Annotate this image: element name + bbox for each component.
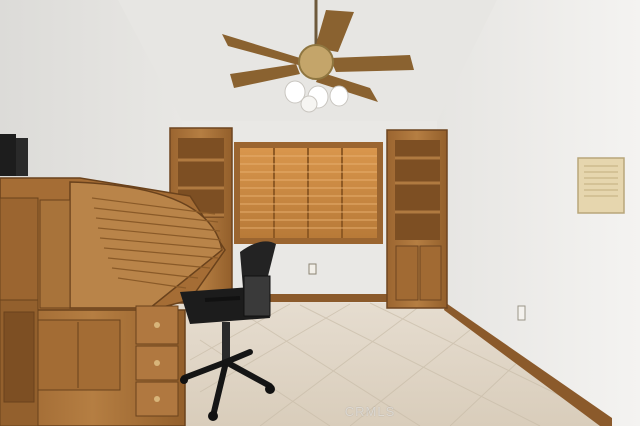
wall-outlet (517, 305, 526, 321)
shuttered-window (234, 142, 383, 244)
power-outlet-icon (308, 263, 317, 275)
right-bookcase (386, 129, 448, 309)
speaker (0, 134, 28, 176)
baseboard-back (268, 294, 390, 302)
watermark-text: CRMLS (344, 404, 396, 419)
wall-vent-icon (577, 157, 625, 214)
room-photo (0, 0, 640, 426)
